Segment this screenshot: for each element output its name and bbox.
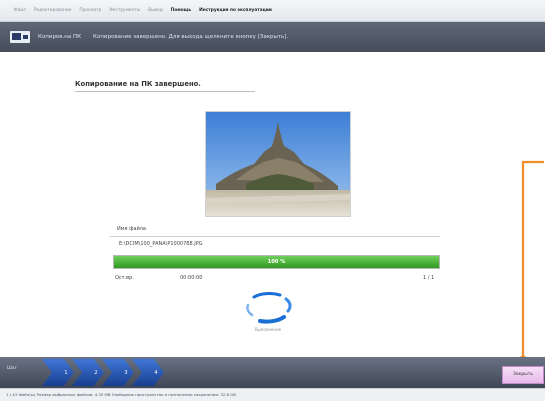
progress-percent: 100 % [267,259,286,265]
copy-to-pc-icon [10,31,30,43]
step-label: Шаг [7,366,17,371]
status-message: Копирование завершено. Для выхода щелкни… [93,34,289,40]
step-bar: Шаг 1 2 3 4 [0,357,545,388]
remaining-time: 00:00:00 [180,275,203,281]
step-number-1: 1 [64,370,68,376]
divider [110,236,440,237]
close-button[interactable]: Закрыть [502,366,544,384]
menu-item-help[interactable]: Помощь [171,8,191,13]
status-bar: 1 / 43 Файл(ы) Размер выбранных файлов: … [0,388,545,401]
loading-spinner-icon: Выполнение [238,287,298,337]
file-count: 1 / 1 [423,275,435,281]
window-title: Копиров.на ПК [38,34,82,40]
step-number-4: 4 [154,370,158,376]
step-number-2: 2 [94,370,98,376]
highlight-marker [518,160,544,365]
spinner-label: Выполнение [255,327,282,332]
step-number-3: 3 [124,370,128,376]
menu-item-manual[interactable]: Инструкция по эксплуатации [199,8,272,13]
photo-thumbnail [205,111,351,217]
file-path: E:\DCIM\100_PANA\P1000788.JPG [119,241,203,247]
menu-item-output[interactable]: Вывод [148,8,162,13]
file-name-label: Имя файла [117,226,146,232]
menu-bar: Файл Редактирование Просмотр Инструменты… [0,0,545,22]
remaining-label: Ост.вр. [115,275,134,281]
menu-item-file[interactable]: Файл [14,8,26,13]
menu-item-edit[interactable]: Редактирование [34,8,72,13]
menu-item-tools[interactable]: Инструменты [109,8,140,13]
page-heading: Копирование на ПК завершено. [75,80,255,92]
title-bar: Копиров.на ПК Копирование завершено. Для… [0,22,545,52]
menu-item-view[interactable]: Просмотр [79,8,101,13]
copy-progress-bar: 100 % [113,255,440,269]
